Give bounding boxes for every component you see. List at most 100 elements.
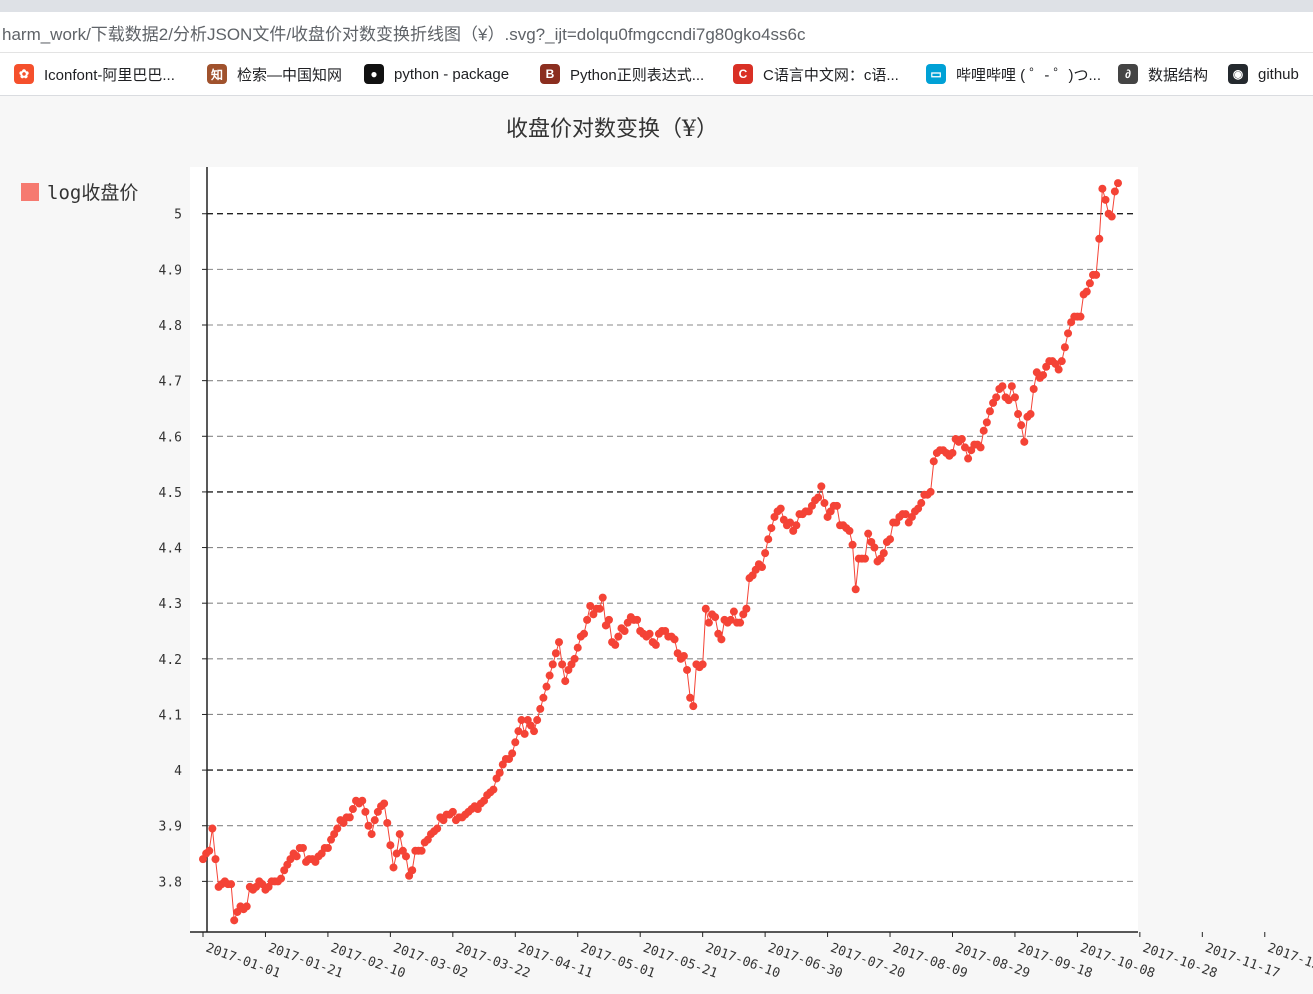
data-point[interactable]: [686, 693, 695, 702]
data-point[interactable]: [957, 435, 966, 444]
data-point[interactable]: [208, 824, 217, 833]
data-point[interactable]: [358, 796, 367, 805]
data-point[interactable]: [448, 807, 457, 816]
data-point[interactable]: [333, 824, 342, 833]
data-point[interactable]: [670, 635, 679, 644]
data-point[interactable]: [1101, 195, 1110, 204]
data-point[interactable]: [433, 824, 442, 833]
data-point[interactable]: [1085, 279, 1094, 288]
data-point[interactable]: [205, 846, 214, 855]
data-point[interactable]: [683, 665, 692, 674]
data-point[interactable]: [1098, 184, 1107, 193]
data-point[interactable]: [383, 818, 392, 827]
data-point[interactable]: [848, 540, 857, 549]
data-point[interactable]: [879, 549, 888, 558]
data-point[interactable]: [598, 593, 607, 602]
data-point[interactable]: [298, 843, 307, 852]
data-point[interactable]: [1029, 384, 1038, 393]
data-point[interactable]: [604, 615, 613, 624]
data-point[interactable]: [1039, 371, 1048, 380]
data-point[interactable]: [614, 632, 623, 641]
data-point[interactable]: [489, 785, 498, 794]
data-point[interactable]: [1017, 421, 1026, 430]
data-point[interactable]: [533, 716, 542, 725]
data-point[interactable]: [1110, 187, 1119, 196]
data-point[interactable]: [1057, 357, 1066, 366]
data-point[interactable]: [561, 677, 570, 686]
data-point[interactable]: [511, 738, 520, 747]
data-point[interactable]: [998, 382, 1007, 391]
data-point[interactable]: [551, 649, 560, 658]
data-point[interactable]: [570, 654, 579, 663]
data-point[interactable]: [1095, 234, 1104, 243]
data-point[interactable]: [495, 768, 504, 777]
data-point[interactable]: [711, 613, 720, 622]
data-point[interactable]: [230, 916, 239, 925]
data-point[interactable]: [689, 702, 698, 711]
data-point[interactable]: [736, 618, 745, 627]
data-point[interactable]: [364, 821, 373, 830]
data-point[interactable]: [345, 813, 354, 822]
data-point[interactable]: [1114, 179, 1122, 188]
data-point[interactable]: [1076, 312, 1085, 321]
data-point[interactable]: [620, 627, 629, 636]
data-point[interactable]: [292, 852, 301, 861]
data-point[interactable]: [277, 874, 286, 883]
data-point[interactable]: [985, 407, 994, 416]
data-point[interactable]: [926, 487, 935, 496]
data-point[interactable]: [851, 585, 860, 594]
data-point[interactable]: [1010, 393, 1019, 402]
data-point[interactable]: [776, 504, 785, 513]
data-point[interactable]: [1082, 287, 1091, 296]
data-point[interactable]: [548, 660, 557, 669]
data-point[interactable]: [539, 693, 548, 702]
data-point[interactable]: [992, 393, 1001, 402]
data-point[interactable]: [611, 640, 620, 649]
data-point[interactable]: [573, 643, 582, 652]
data-point[interactable]: [1107, 212, 1116, 221]
data-point[interactable]: [408, 866, 417, 875]
data-point[interactable]: [761, 549, 770, 558]
data-point[interactable]: [558, 660, 567, 669]
data-point[interactable]: [832, 501, 841, 510]
data-point[interactable]: [651, 640, 660, 649]
data-point[interactable]: [323, 843, 332, 852]
data-point[interactable]: [1020, 437, 1029, 446]
data-point[interactable]: [964, 454, 973, 463]
data-point[interactable]: [555, 638, 564, 647]
data-point[interactable]: [361, 807, 370, 816]
data-point[interactable]: [595, 604, 604, 613]
data-point[interactable]: [242, 902, 251, 911]
data-point[interactable]: [698, 660, 707, 669]
data-point[interactable]: [792, 521, 801, 530]
data-point[interactable]: [767, 524, 776, 533]
data-point[interactable]: [417, 846, 426, 855]
data-point[interactable]: [370, 816, 379, 825]
data-point[interactable]: [520, 729, 529, 738]
data-point[interactable]: [645, 629, 654, 638]
data-point[interactable]: [861, 554, 870, 563]
data-point[interactable]: [886, 535, 895, 544]
data-point[interactable]: [386, 841, 395, 850]
data-point[interactable]: [380, 799, 389, 808]
data-point[interactable]: [820, 499, 829, 508]
data-point[interactable]: [1060, 343, 1069, 352]
data-point[interactable]: [979, 426, 988, 435]
data-point[interactable]: [367, 830, 376, 839]
data-point[interactable]: [701, 604, 710, 613]
data-point[interactable]: [536, 704, 545, 713]
data-point[interactable]: [1007, 382, 1016, 391]
data-point[interactable]: [845, 526, 854, 535]
data-point[interactable]: [583, 615, 592, 624]
data-point[interactable]: [401, 852, 410, 861]
data-point[interactable]: [545, 671, 554, 680]
data-point[interactable]: [679, 652, 688, 661]
data-point[interactable]: [917, 499, 926, 508]
data-point[interactable]: [227, 880, 236, 889]
data-point[interactable]: [982, 418, 991, 427]
data-point[interactable]: [1026, 410, 1035, 419]
data-point[interactable]: [757, 563, 766, 572]
data-point[interactable]: [717, 635, 726, 644]
data-point[interactable]: [530, 727, 539, 736]
data-point[interactable]: [1054, 365, 1063, 374]
